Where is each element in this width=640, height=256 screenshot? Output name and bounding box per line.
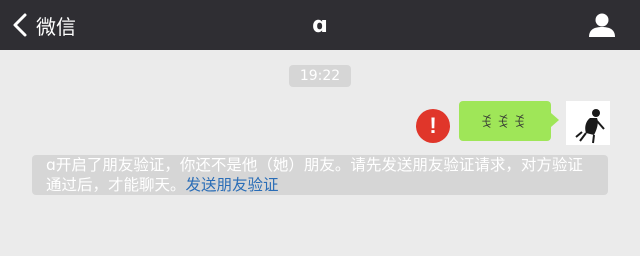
back-button[interactable]: 微信 [10,0,76,50]
message-timestamp: 19:22 [289,65,351,87]
chat-title: ɑ [312,12,328,38]
avatar[interactable] [566,101,610,145]
back-label: 微信 [36,14,76,39]
avatar-image [566,101,610,145]
chat-info-button[interactable] [584,0,620,50]
person-icon [589,13,615,37]
verification-notice: ɑ开启了朋友验证，你还不是他（她）朋友。请先发送朋友验证请求，对方验证通过后，才… [32,155,608,195]
send-failed-icon[interactable]: ! [416,109,450,143]
sent-message-bubble[interactable]: ꉂꉂꉂ [459,101,551,141]
bubble-tail [551,113,559,127]
chevron-left-icon [13,13,27,37]
chat-header: 微信 ɑ [0,0,640,50]
send-friend-request-link[interactable]: 发送朋友验证 [186,176,279,194]
verification-notice-text: ɑ开启了朋友验证，你还不是他（她）朋友。请先发送朋友验证请求，对方验证通过后，才… [46,156,583,194]
